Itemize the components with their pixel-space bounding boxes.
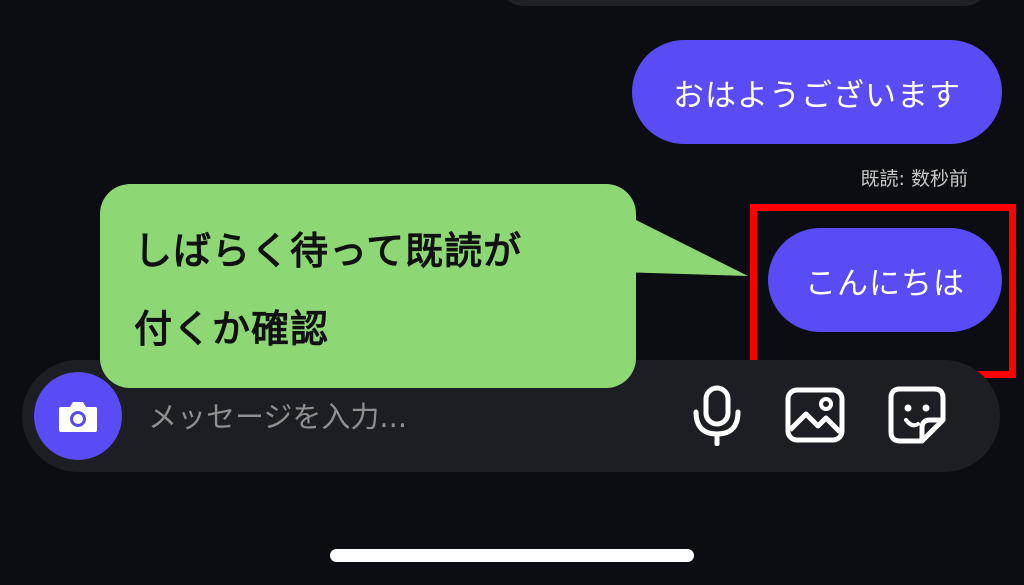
camera-button[interactable] [34,372,122,460]
annotation-text-line-2: 付くか確認 [134,307,330,351]
annotation-callout: しばらく待って既読が 付くか確認 [100,184,636,388]
home-indicator [330,549,694,562]
read-receipt: 既読: 数秒前 [860,168,968,190]
annotation-callout-tail [620,212,748,276]
previous-message-bubble [498,0,990,6]
annotation-highlight-box [750,204,1016,378]
sticker-icon[interactable] [886,384,948,446]
mic-icon[interactable] [686,384,748,446]
image-icon[interactable] [784,384,846,446]
camera-icon [59,402,97,432]
message-input[interactable]: メッセージを入力... [148,394,407,436]
annotation-text-line-1: しばらく待って既読が [134,229,523,273]
sent-message-bubble[interactable]: おはようございます [632,40,1002,144]
message-text: おはようございます [673,77,961,114]
